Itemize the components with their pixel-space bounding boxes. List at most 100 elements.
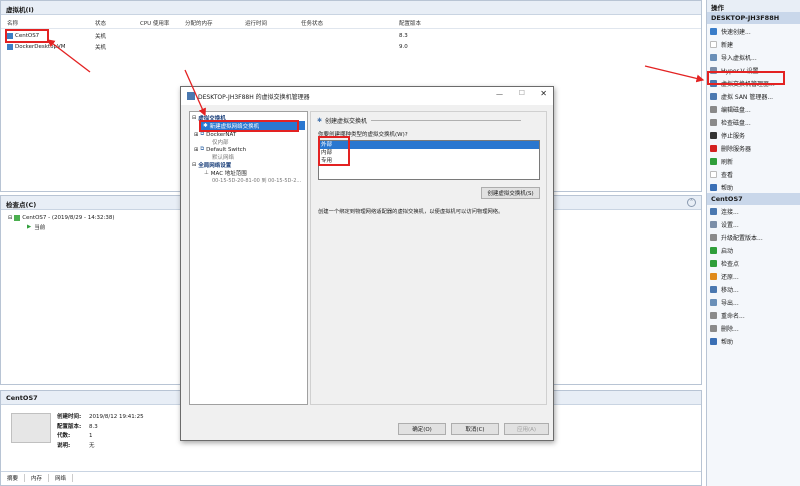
vm-action[interactable]: 导出... [707,296,800,309]
action-label: 连接... [721,209,739,216]
action-label: 导出... [721,300,739,307]
tab-summary[interactable]: 摘要 [1,473,26,482]
collapse-tree-icon[interactable]: ⊟ [192,162,196,168]
host-action[interactable]: 新建 [707,38,800,51]
column-uptime[interactable]: 运行时间 [239,19,295,28]
action-label: 删除... [721,326,739,333]
tab-network[interactable]: 网络 [49,473,74,482]
column-state[interactable]: 状态 [89,19,134,28]
upgrade-icon [710,234,717,241]
vm-version: 8.3 [399,33,408,39]
switch-type-internal[interactable]: 内部 [319,149,539,157]
field-value: 8.3 [89,423,98,430]
quick-create-icon [710,28,717,35]
host-action[interactable]: 停止服务 [707,129,800,142]
dialog-title: DESKTOP-JH3F88H 的虚拟交换机管理器 [198,93,310,101]
current-label: 当前 [34,225,46,231]
minimize-icon[interactable]: — [496,90,503,98]
vm-action[interactable]: 删除... [707,322,800,335]
host-action[interactable]: 快速创建... [707,25,800,38]
collapse-icon[interactable]: ⌃ [687,198,696,207]
switch-type-list[interactable]: 外部 内部 专用 [318,140,540,180]
tree-default-switch-type: 默认网络 [212,155,235,161]
host-action[interactable]: 编辑磁盘... [707,103,800,116]
vm-action[interactable]: 连接... [707,205,800,218]
vm-action[interactable]: 重命名... [707,309,800,322]
delete-server-icon [710,145,717,152]
vm-action[interactable]: 移动... [707,283,800,296]
field-value: 2019/8/12 19:41:25 [89,414,144,420]
action-label: 查看 [721,172,734,179]
revert-icon [710,273,717,280]
switch-description: 创建一个绑定到物理网络适配器的虚拟交换机，以便虚拟机可以访问物理网络。 [318,209,504,215]
tree-docker-nat-type: 仅内部 [212,140,229,146]
tree-section-global[interactable]: ⊟ 全局网络设置 [192,161,231,169]
collapse-tree-icon[interactable]: ⊟ [8,215,12,221]
details-fields: 创建时间: 2019/8/12 19:41:25 配置版本: 8.3 代数: 1 说明… [57,413,144,451]
maximize-icon[interactable]: ☐ [519,89,525,97]
view-icon [710,171,717,178]
vm-row[interactable]: DockerDesktopVM 关机 9.0 [1,42,701,52]
tree-mac-range-value: 00-15-5D-20-81-00 到 00-15-5D-2... [212,178,302,184]
vm-state: 关机 [95,45,107,51]
checkpoint-label: CentOS7 - (2019/8/29 - 14:32:38) [22,215,115,221]
close-icon[interactable]: ✕ [540,89,547,98]
vm-action[interactable]: 帮助 [707,335,800,348]
move-icon [710,286,717,293]
switch-type-external[interactable]: 外部 [319,141,539,149]
import-icon [710,54,717,61]
actions-title: 操作 [707,0,800,12]
vm-action[interactable]: 检查点 [707,257,800,270]
tree-docker-nat[interactable]: ⊞ ⧉ DockerNAT [194,131,236,138]
expand-tree-icon[interactable]: ⊞ [194,132,198,138]
rename-icon [710,312,717,319]
column-config-version[interactable]: 配置版本 [393,19,473,28]
apply-button[interactable]: 应用(A) [504,423,549,435]
cancel-button[interactable]: 取消(C) [451,423,499,435]
host-action[interactable]: 检查磁盘... [707,116,800,129]
action-label: 导入虚拟机... [721,55,757,62]
vm-action[interactable]: 启动 [707,244,800,257]
ok-button[interactable]: 确定(O) [398,423,446,435]
action-label: 帮助 [721,185,734,192]
edit-disk-icon [710,106,717,113]
vm-action[interactable]: 还原... [707,270,800,283]
details-tabs: 摘要 内存 网络 [1,471,701,483]
current-state[interactable]: ▶ 当前 [27,223,45,231]
san-manager-icon [710,93,717,100]
host-action[interactable]: 虚拟 SAN 管理器... [707,90,800,103]
vm-row[interactable]: CentOS7 关机 8.3 [1,31,701,41]
stop-service-icon [710,132,717,139]
column-name[interactable]: 名称 [1,19,89,28]
column-task-status[interactable]: 任务状态 [295,19,393,28]
vm-section-header[interactable]: CentOS7 [707,193,800,205]
collapse-tree-icon[interactable]: ⊟ [192,115,196,121]
tab-memory[interactable]: 内存 [25,473,50,482]
host-action[interactable]: 导入虚拟机... [707,51,800,64]
column-memory[interactable]: 分配的内存 [179,19,239,28]
column-cpu[interactable]: CPU 使用率 [134,19,179,28]
host-section-header[interactable]: DESKTOP-JH3F88H [707,12,800,24]
host-action[interactable]: 删除服务器 [707,142,800,155]
vm-action[interactable]: 升级配置版本... [707,231,800,244]
mac-range-icon: ⊥ [204,170,209,176]
create-switch-button[interactable]: 创建虚拟交换机(S) [481,187,540,199]
action-label: 虚拟 SAN 管理器... [721,94,774,101]
tree-mac-range[interactable]: ⊥ MAC 地址范围 [204,169,247,177]
action-label: 升级配置版本... [721,235,763,242]
host-action[interactable]: 查看 [707,168,800,181]
tree-default-switch[interactable]: ⊞ ⧉ Default Switch [194,146,246,153]
host-action[interactable]: 刷新 [707,155,800,168]
highlight-box-switch-manager [707,71,785,85]
switch-type-private[interactable]: 专用 [319,157,539,165]
network-switch-icon: ⧉ [200,131,205,137]
panel-header: ✱ 创建虚拟交换机 [317,116,522,125]
field-value: 1 [89,433,93,439]
help-icon [710,184,717,191]
checkpoint-entry[interactable]: ⊟ CentOS7 - (2019/8/29 - 14:32:38) [8,215,115,221]
action-label: 移动... [721,287,739,294]
action-label: 检查磁盘... [721,120,751,127]
expand-tree-icon[interactable]: ⊞ [194,147,198,153]
vm-version: 9.0 [399,44,408,50]
vm-action[interactable]: 设置... [707,218,800,231]
